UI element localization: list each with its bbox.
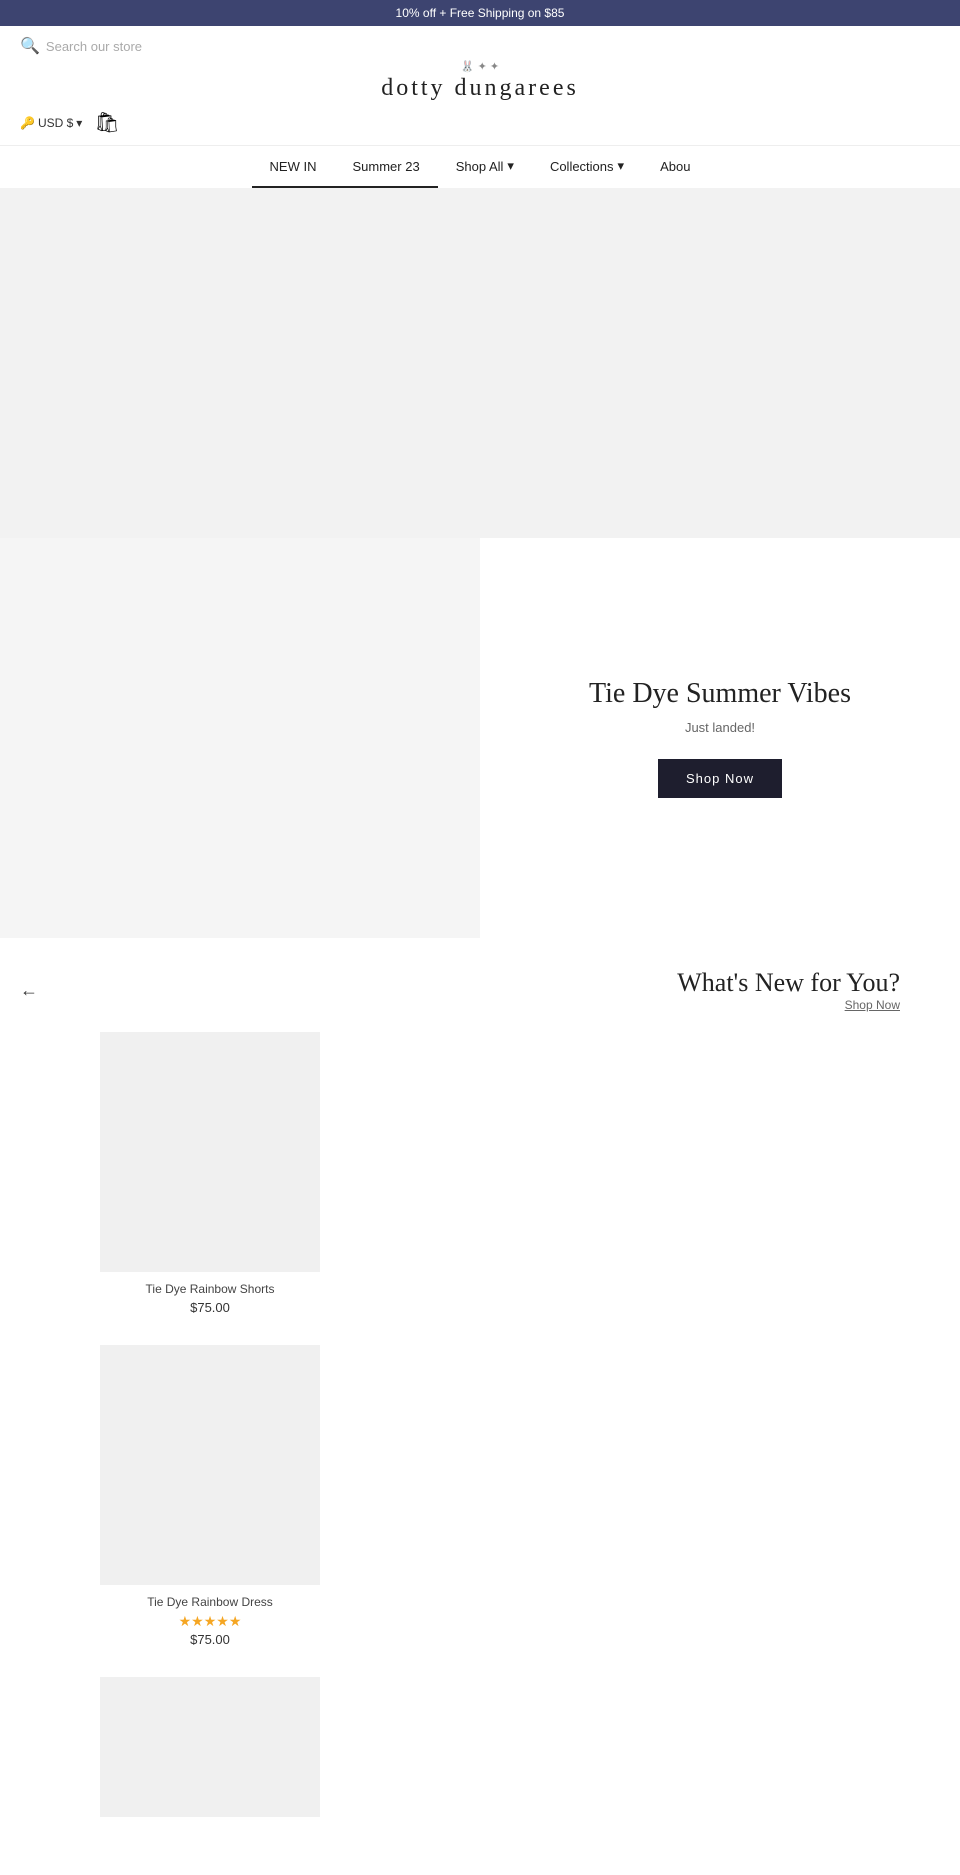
top-banner: 10% off + Free Shipping on $85 xyxy=(0,0,960,26)
feature-shop-now-button[interactable]: Shop Now xyxy=(658,759,782,798)
product-stars: ★★★★★ xyxy=(100,1613,320,1630)
header: 🔍 Search our store 🐰 ✦ ✦ dotty dungarees… xyxy=(0,26,960,145)
nav-item-summer23[interactable]: Summer 23 xyxy=(335,146,438,188)
feature-title: Tie Dye Summer Vibes xyxy=(589,678,851,710)
logo-text: dotty dungarees xyxy=(381,75,579,102)
product-card[interactable]: Tie Dye Rainbow Shorts $75.00 xyxy=(100,1032,320,1315)
new-section-header: ← What's New for You? Shop Now xyxy=(0,958,960,1022)
header-top: 🔍 Search our store xyxy=(20,36,940,56)
currency-selector[interactable]: 🔑 USD $ ▾ xyxy=(20,116,82,130)
product-image-partial xyxy=(100,1677,320,1817)
search-icon: 🔍 xyxy=(20,36,40,56)
product-grid: Tie Dye Rainbow Shorts $75.00 Tie Dye Ra… xyxy=(0,1022,960,1827)
product-image xyxy=(100,1345,320,1585)
logo-decoration: 🐰 ✦ ✦ xyxy=(381,60,579,73)
feature-image xyxy=(0,538,480,938)
feature-section: Tie Dye Summer Vibes Just landed! Shop N… xyxy=(0,538,960,938)
nav-item-collections[interactable]: Collections ▾ xyxy=(532,146,642,188)
search-area[interactable]: 🔍 Search our store xyxy=(20,36,142,56)
collections-chevron-icon: ▾ xyxy=(618,158,625,174)
product-price: $75.00 xyxy=(100,1300,320,1315)
cart-button[interactable]: 🛍 xyxy=(94,110,119,135)
feature-text: Tie Dye Summer Vibes Just landed! Shop N… xyxy=(480,538,960,938)
currency-value: USD $ xyxy=(38,116,73,130)
header-utils: 🔑 USD $ ▾ 🛍 xyxy=(20,110,120,135)
search-placeholder-text: Search our store xyxy=(46,39,142,54)
new-section-shop-now-link[interactable]: Shop Now xyxy=(48,998,900,1012)
shop-all-chevron-icon: ▾ xyxy=(507,158,514,174)
nav-bar: NEW IN Summer 23 Shop All ▾ Collections … xyxy=(0,145,960,188)
hero-section xyxy=(0,188,960,538)
new-section: ← What's New for You? Shop Now Tie Dye R… xyxy=(0,938,960,1847)
product-price: $75.00 xyxy=(100,1632,320,1647)
product-card-partial[interactable] xyxy=(100,1677,320,1817)
logo[interactable]: 🐰 ✦ ✦ dotty dungarees xyxy=(381,60,579,102)
nav-item-shop-all[interactable]: Shop All ▾ xyxy=(438,146,532,188)
product-card[interactable]: Tie Dye Rainbow Dress ★★★★★ $75.00 xyxy=(100,1345,320,1647)
feature-subtitle: Just landed! xyxy=(685,720,755,735)
logo-container: 🐰 ✦ ✦ dotty dungarees xyxy=(20,60,940,102)
product-name: Tie Dye Rainbow Shorts xyxy=(100,1282,320,1296)
currency-dropdown-icon: ▾ xyxy=(76,116,82,130)
nav-item-new-in[interactable]: NEW IN xyxy=(252,146,335,188)
key-icon: 🔑 xyxy=(20,116,35,130)
cart-icon: 🛍 xyxy=(94,112,119,134)
nav-item-about[interactable]: Abou xyxy=(642,146,708,188)
new-section-titles: What's New for You? Shop Now xyxy=(48,968,940,1012)
back-arrow-button[interactable]: ← xyxy=(20,980,38,1001)
product-image xyxy=(100,1032,320,1272)
new-section-title: What's New for You? xyxy=(48,968,900,998)
product-name: Tie Dye Rainbow Dress xyxy=(100,1595,320,1609)
banner-text: 10% off + Free Shipping on $85 xyxy=(396,6,565,20)
